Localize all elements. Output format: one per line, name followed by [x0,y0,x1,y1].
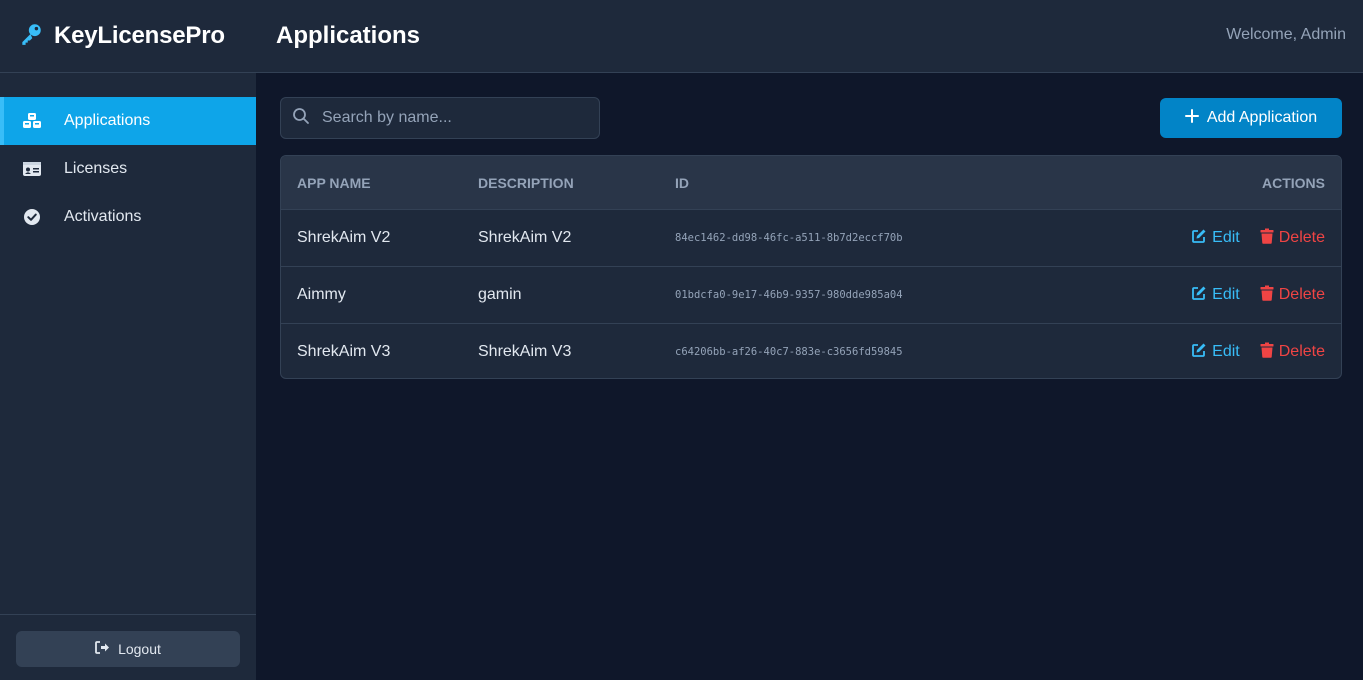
delete-label: Delete [1278,229,1325,246]
header-actions: ACTIONS [1262,174,1325,191]
edit-icon [1191,285,1207,306]
trash-icon [1260,228,1274,249]
welcome-text: Welcome, Admin [1226,26,1346,43]
id-cell: 84ec1462-dd98-46fc-a511-8b7d2eccf70b [675,232,903,244]
plus-icon [1184,108,1199,128]
sidebar-item-label: Applications [64,112,151,129]
check-circle-icon [22,207,42,227]
edit-button[interactable]: Edit [1191,285,1240,306]
app-name-cell: ShrekAim V2 [297,229,391,246]
id-card-icon [22,159,42,179]
delete-button[interactable]: Delete [1260,285,1325,306]
id-cell: 01bdcfa0-9e17-46b9-9357-980dde985a04 [675,289,903,301]
description-cell: gamin [478,286,522,303]
sidebar-item-licenses[interactable]: Licenses [0,145,256,193]
header-description[interactable]: DESCRIPTION [478,175,675,191]
sidebar-footer: Logout [0,614,256,680]
add-application-label: Add Application [1206,109,1318,126]
sidebar-item-activations[interactable]: Activations [0,193,256,241]
edit-icon [1191,342,1207,363]
table-row: Aimmy gamin 01bdcfa0-9e17-46b9-9357-980d… [281,266,1341,323]
logout-label: Logout [118,641,161,657]
sidebar: Applications Licenses Activations Logout [0,73,256,680]
row-actions: Edit Delete [1075,285,1341,306]
edit-button[interactable]: Edit [1191,228,1240,249]
sign-out-icon [95,641,110,657]
delete-button[interactable]: Delete [1260,228,1325,249]
edit-label: Edit [1212,343,1240,360]
id-cell: c64206bb-af26-40c7-883e-c3656fd59845 [675,346,903,358]
search-input[interactable] [322,109,582,127]
edit-label: Edit [1212,229,1240,246]
table-row: ShrekAim V2 ShrekAim V2 84ec1462-dd98-46… [281,209,1341,266]
row-actions: Edit Delete [1075,228,1341,249]
applications-table: APP NAME DESCRIPTION ID ACTIONS ShrekAim… [280,155,1342,379]
brand-name: KeyLicensePro [54,22,225,49]
app-name-cell: ShrekAim V3 [297,343,391,360]
sidebar-nav: Applications Licenses Activations [0,97,256,241]
edit-label: Edit [1212,286,1240,303]
table-row: ShrekAim V3 ShrekAim V3 c64206bb-af26-40… [281,323,1341,378]
edit-button[interactable]: Edit [1191,342,1240,363]
trash-icon [1260,285,1274,306]
key-icon [18,21,44,52]
sidebar-item-applications[interactable]: Applications [0,97,256,145]
logout-button[interactable]: Logout [16,631,240,667]
edit-icon [1191,228,1207,249]
delete-button[interactable]: Delete [1260,342,1325,363]
delete-label: Delete [1278,343,1325,360]
sidebar-item-label: Activations [64,208,142,225]
trash-icon [1260,342,1274,363]
app-name-cell: Aimmy [297,286,346,303]
description-cell: ShrekAim V2 [478,229,572,246]
add-application-button[interactable]: Add Application [1160,98,1342,138]
cubes-icon [22,111,42,131]
top-header: KeyLicensePro Applications Welcome, Admi… [0,0,1363,73]
page-title: Applications [276,22,421,49]
search-box[interactable] [280,97,600,139]
table-header: APP NAME DESCRIPTION ID ACTIONS [281,156,1341,209]
sidebar-item-label: Licenses [64,160,128,177]
header-app-name[interactable]: APP NAME [281,175,478,191]
header-id[interactable]: ID [675,175,1075,191]
row-actions: Edit Delete [1075,342,1341,363]
brand[interactable]: KeyLicensePro [18,20,225,52]
delete-label: Delete [1278,286,1325,303]
search-icon [292,107,310,130]
description-cell: ShrekAim V3 [478,343,572,360]
